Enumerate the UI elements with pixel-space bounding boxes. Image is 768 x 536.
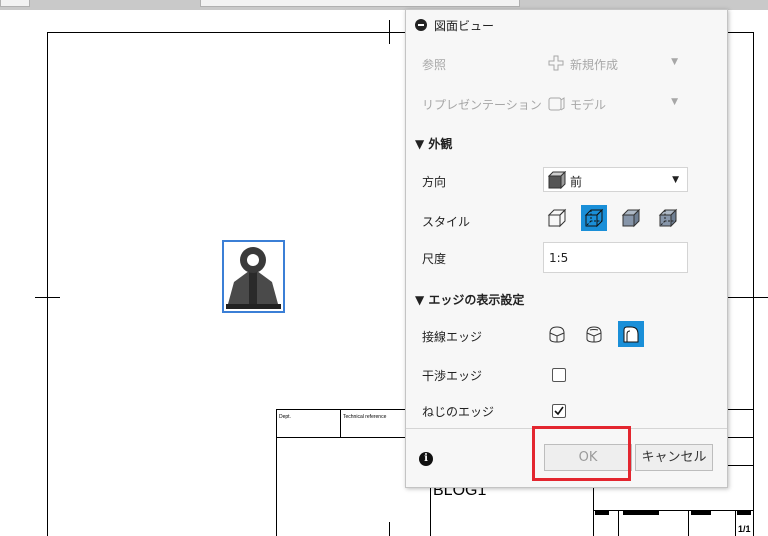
cancel-button[interactable]: キャンセル xyxy=(635,444,713,471)
bracket-part-icon xyxy=(226,247,281,309)
chevron-down-icon: ▼ xyxy=(671,57,678,67)
tangent-edges-shortened-button[interactable] xyxy=(618,321,644,347)
tangent-edges-shortened-icon xyxy=(623,326,639,343)
wireframe-cube-icon xyxy=(547,208,567,228)
info-icon[interactable]: i xyxy=(419,452,433,466)
technical-reference-label: Technical reference xyxy=(343,414,387,420)
interference-edges-label: 干渉エッジ xyxy=(422,369,483,383)
reference-label: 参照 xyxy=(422,58,447,72)
thread-edges-checkbox[interactable] xyxy=(552,404,566,418)
dialog-header: 図面ビュー xyxy=(406,10,727,40)
tangent-edges-off-button[interactable] xyxy=(544,321,570,347)
front-view-cube-icon xyxy=(548,171,566,189)
drawing-workspace: Dept. Technical reference BLOG1 1/1 図面ビュ… xyxy=(0,0,768,536)
shaded-hidden-cube-icon xyxy=(658,208,678,228)
chevron-down-icon: ▼ xyxy=(671,97,678,107)
style-hidden-edges-button[interactable] xyxy=(581,205,607,231)
tangent-edges-off-icon xyxy=(549,326,565,343)
tangent-edges-on-button[interactable] xyxy=(581,321,607,347)
style-visible-edges-button[interactable] xyxy=(544,205,570,231)
orientation-label: 方向 xyxy=(422,175,447,189)
representation-value: モデル xyxy=(570,98,607,112)
ok-button-highlight xyxy=(532,426,631,481)
checkmark-icon xyxy=(554,406,564,416)
sheet-number: 1/1 xyxy=(738,524,751,534)
scale-label: 尺度 xyxy=(422,252,447,266)
dialog-title: 図面ビュー xyxy=(434,19,495,33)
representation-dropdown[interactable]: モデル ▼ xyxy=(548,95,678,115)
edge-settings-section-header[interactable]: ▼ エッジの表示設定 xyxy=(415,291,524,308)
chevron-down-icon: ▼ xyxy=(672,175,679,185)
scale-input[interactable]: 1:5 xyxy=(543,242,688,273)
scale-value: 1:5 xyxy=(549,251,569,265)
toolbar-segment xyxy=(0,0,30,7)
orientation-dropdown[interactable]: 前 ▼ xyxy=(543,167,688,192)
representation-label: リプレゼンテーション xyxy=(422,98,542,112)
model-icon xyxy=(548,97,565,111)
hidden-edges-cube-icon xyxy=(584,208,604,228)
toolbar-segment xyxy=(200,0,520,7)
thread-edges-label: ねじのエッジ xyxy=(422,405,495,419)
orientation-value: 前 xyxy=(570,175,583,189)
collapse-icon[interactable] xyxy=(415,19,427,31)
interference-edges-checkbox[interactable] xyxy=(552,368,566,382)
tangent-edges-label: 接線エッジ xyxy=(422,330,483,344)
appearance-section-header[interactable]: ▼ 外観 xyxy=(415,135,452,152)
style-shaded-button[interactable] xyxy=(618,205,644,231)
dept-label: Dept. xyxy=(279,414,291,420)
style-label: スタイル xyxy=(422,215,471,229)
tangent-edges-on-icon xyxy=(586,326,602,343)
shaded-cube-icon xyxy=(621,208,641,228)
drawing-view-dialog: 図面ビュー 参照 新規作成 ▼ リプレゼンテーション モデル ▼ ▼ 外観 方向 xyxy=(405,9,728,488)
base-view-preview[interactable] xyxy=(222,240,285,313)
reference-value: 新規作成 xyxy=(570,58,619,72)
reference-dropdown[interactable]: 新規作成 ▼ xyxy=(548,55,678,75)
style-shaded-hidden-edges-button[interactable] xyxy=(655,205,681,231)
create-new-icon xyxy=(548,55,564,71)
